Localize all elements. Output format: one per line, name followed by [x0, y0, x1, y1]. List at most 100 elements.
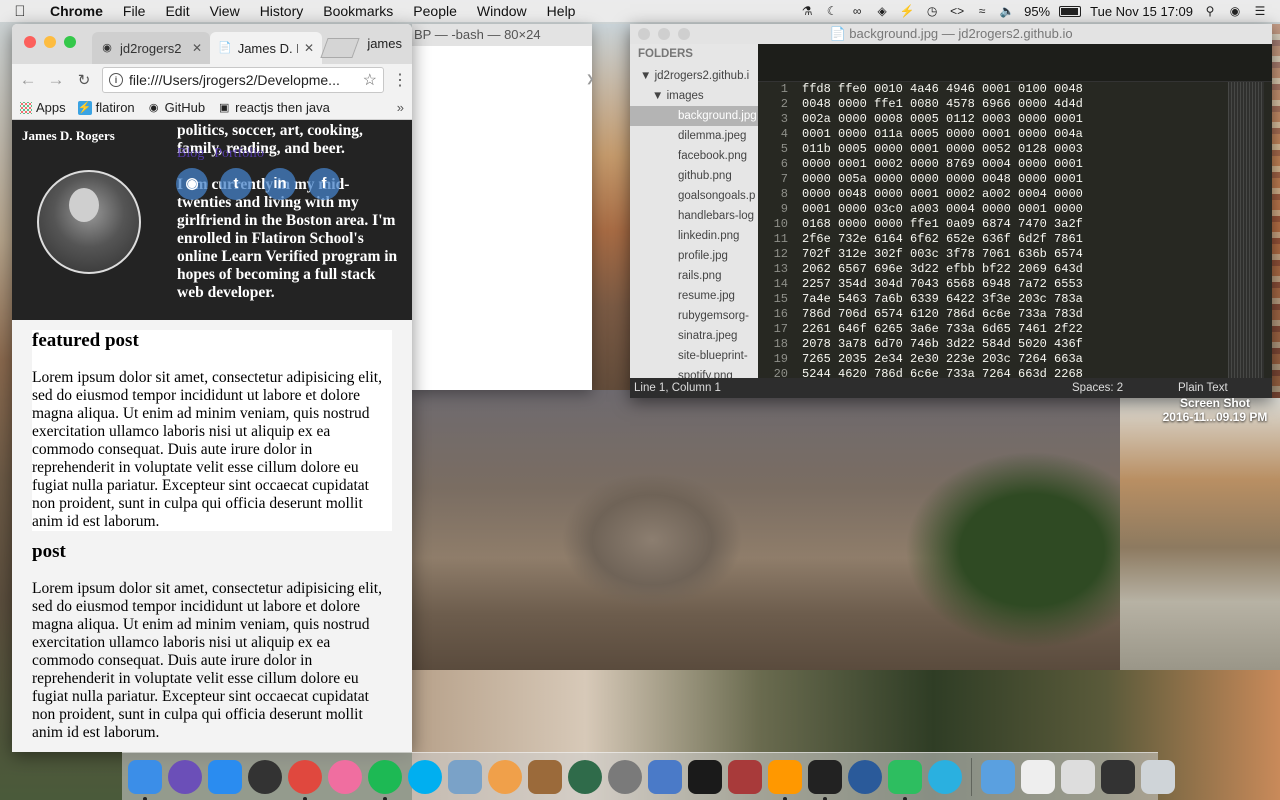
keynote-icon[interactable] — [648, 759, 682, 794]
sublime-zoom-button[interactable] — [678, 28, 690, 40]
close-tab-icon[interactable]: ✕ — [192, 41, 202, 55]
file-item[interactable]: site-blueprint- — [630, 346, 758, 366]
menu-window[interactable]: Window — [467, 3, 537, 19]
back-arrow-icon[interactable]: ← — [18, 70, 38, 90]
kindle-icon[interactable] — [688, 759, 722, 794]
linkedin-icon[interactable]: in — [264, 168, 296, 200]
chrome-menu-icon[interactable]: ⋮ — [392, 70, 408, 90]
file-item[interactable]: profile.jpg — [630, 246, 758, 266]
bookmark-star-icon[interactable]: ☆ — [363, 70, 377, 90]
sublime-text-window[interactable]: 📄 background.jpg — jd2rogers2.github.io … — [630, 24, 1272, 398]
battery-icon[interactable] — [1059, 5, 1082, 17]
chrome-window[interactable]: ◉ jd2rogers2 ✕ 📄 James D. R ✕ james ← → … — [12, 24, 412, 752]
file-item[interactable]: dilemma.jpeg — [630, 126, 758, 146]
bookmarks-overflow-icon[interactable]: » — [397, 100, 404, 115]
twitter-icon[interactable]: t — [220, 168, 252, 200]
nav-link-blog[interactable]: Blog — [177, 146, 204, 162]
menu-bookmarks[interactable]: Bookmarks — [313, 3, 403, 19]
file-item[interactable]: handlebars-log — [630, 206, 758, 226]
menu-help[interactable]: Help — [537, 3, 586, 19]
spotify-icon[interactable] — [368, 759, 402, 800]
forward-arrow-icon[interactable]: → — [46, 70, 66, 90]
applications-folder-icon[interactable] — [981, 759, 1015, 794]
tab-github[interactable]: ◉ jd2rogers2 ✕ — [92, 32, 210, 64]
night-mode-icon[interactable]: ☾ — [824, 4, 840, 18]
bookmark-github[interactable]: ◉ GitHub — [147, 100, 205, 115]
syntax-setting[interactable]: Plain Text — [1178, 382, 1268, 394]
address-bar[interactable]: i file:///Users/jrogers2/Developme... ☆ — [102, 67, 384, 93]
screenshot-stack-icon[interactable] — [1061, 759, 1095, 794]
notification-center-icon[interactable]: ☰ — [1252, 4, 1268, 18]
time-machine-status-icon[interactable]: ◷ — [924, 4, 940, 18]
spotlight-search-icon[interactable]: ⚲ — [1202, 4, 1218, 18]
disclosure-triangle-icon[interactable]: ▼ — [640, 70, 651, 82]
time-machine-icon[interactable] — [568, 759, 602, 794]
volume-icon[interactable]: 🔈 — [999, 4, 1015, 18]
file-item[interactable]: linkedin.png — [630, 226, 758, 246]
app-store-icon[interactable] — [208, 759, 242, 794]
file-item[interactable]: background.jpg — [630, 106, 758, 126]
system-preferences-icon[interactable] — [608, 759, 642, 794]
itunes-icon[interactable] — [328, 759, 362, 794]
dictionary-icon[interactable] — [728, 759, 762, 794]
minimap[interactable] — [1228, 82, 1264, 378]
file-item[interactable]: spotify.png — [630, 366, 758, 378]
file-item[interactable]: rails.png — [630, 266, 758, 286]
file-item[interactable]: github.png — [630, 166, 758, 186]
minimize-window-button[interactable] — [44, 36, 56, 48]
siri-icon[interactable] — [168, 759, 202, 794]
facebook-icon[interactable]: f — [308, 168, 340, 200]
disclosure-triangle-icon[interactable]: ▼ — [652, 90, 663, 102]
nav-link-portfolio[interactable]: Portfolio — [214, 146, 264, 162]
site-name[interactable]: James D. Rogers — [22, 128, 115, 144]
tab-portfolio[interactable]: 📄 James D. R ✕ — [210, 32, 322, 64]
code-sync-icon[interactable]: <> — [949, 4, 965, 18]
file-item[interactable]: goalsongoals.p — [630, 186, 758, 206]
code-view[interactable]: 1 ffd8 ffe0 0010 4a46 4946 0001 0100 0048… — [758, 82, 1198, 382]
link-status-icon[interactable]: ∞ — [849, 4, 865, 18]
messenger-icon[interactable] — [928, 759, 962, 794]
menu-edit[interactable]: Edit — [155, 3, 199, 19]
post-title[interactable]: post — [32, 541, 392, 563]
garageband-icon[interactable] — [528, 759, 562, 794]
bookmark-flatiron[interactable]: ⚡ flatiron — [77, 100, 135, 115]
sublime-editor[interactable]: 1 ffd8 ffe0 0010 4a46 4946 0001 0100 0048… — [758, 44, 1272, 381]
file-item[interactable]: rubygemsorg- — [630, 306, 758, 326]
photos-icon[interactable] — [488, 759, 522, 794]
page-info-icon[interactable]: i — [109, 73, 123, 87]
power-status-icon[interactable]: ⚡ — [899, 4, 915, 18]
sublime-text-icon[interactable] — [768, 759, 802, 800]
file-item[interactable]: sinatra.jpeg — [630, 326, 758, 346]
bookmark-reactjs[interactable]: ▣ reactjs then java — [217, 100, 330, 115]
apple-menu-icon[interactable]:  — [0, 3, 40, 20]
folder-images[interactable]: ▼ images — [630, 86, 758, 106]
address-bar-url[interactable]: file:///Users/jrogers2/Developme... — [129, 72, 357, 88]
menu-file[interactable]: File — [113, 3, 156, 19]
terminal-window-icon[interactable] — [1101, 759, 1135, 794]
terminal-icon[interactable] — [808, 759, 842, 800]
profile-button[interactable]: james — [367, 36, 402, 51]
document-icon[interactable] — [1021, 759, 1055, 794]
github-social-icon[interactable]: ◉ — [176, 168, 208, 200]
close-tab-icon[interactable]: ✕ — [304, 41, 314, 55]
file-item[interactable]: facebook.png — [630, 146, 758, 166]
bookmark-apps[interactable]: Apps — [20, 100, 66, 115]
preview-icon[interactable] — [448, 759, 482, 794]
siri-status-icon[interactable]: ◉ — [1227, 4, 1243, 18]
dropbox-icon[interactable]: ◈ — [874, 4, 890, 18]
menu-view[interactable]: View — [200, 3, 250, 19]
chrome-icon[interactable] — [288, 759, 322, 800]
finder-icon[interactable] — [128, 759, 162, 800]
sublime-minimize-button[interactable] — [658, 28, 670, 40]
skype-icon[interactable] — [408, 759, 442, 794]
indentation-setting[interactable]: Spaces: 2 — [1072, 382, 1178, 394]
zoom-window-button[interactable] — [64, 36, 76, 48]
evernote-icon[interactable] — [888, 759, 922, 800]
reload-icon[interactable]: ↻ — [74, 71, 94, 89]
sublime-close-button[interactable] — [638, 28, 650, 40]
evernote-status-icon[interactable]: ⚗ — [799, 4, 815, 18]
terminal-window[interactable]: BP — -bash — 80×24 ❯ — [412, 24, 594, 390]
file-item[interactable]: resume.jpg — [630, 286, 758, 306]
new-tab-button[interactable] — [320, 38, 360, 58]
folder-root[interactable]: ▼ jd2rogers2.github.i — [630, 66, 758, 86]
